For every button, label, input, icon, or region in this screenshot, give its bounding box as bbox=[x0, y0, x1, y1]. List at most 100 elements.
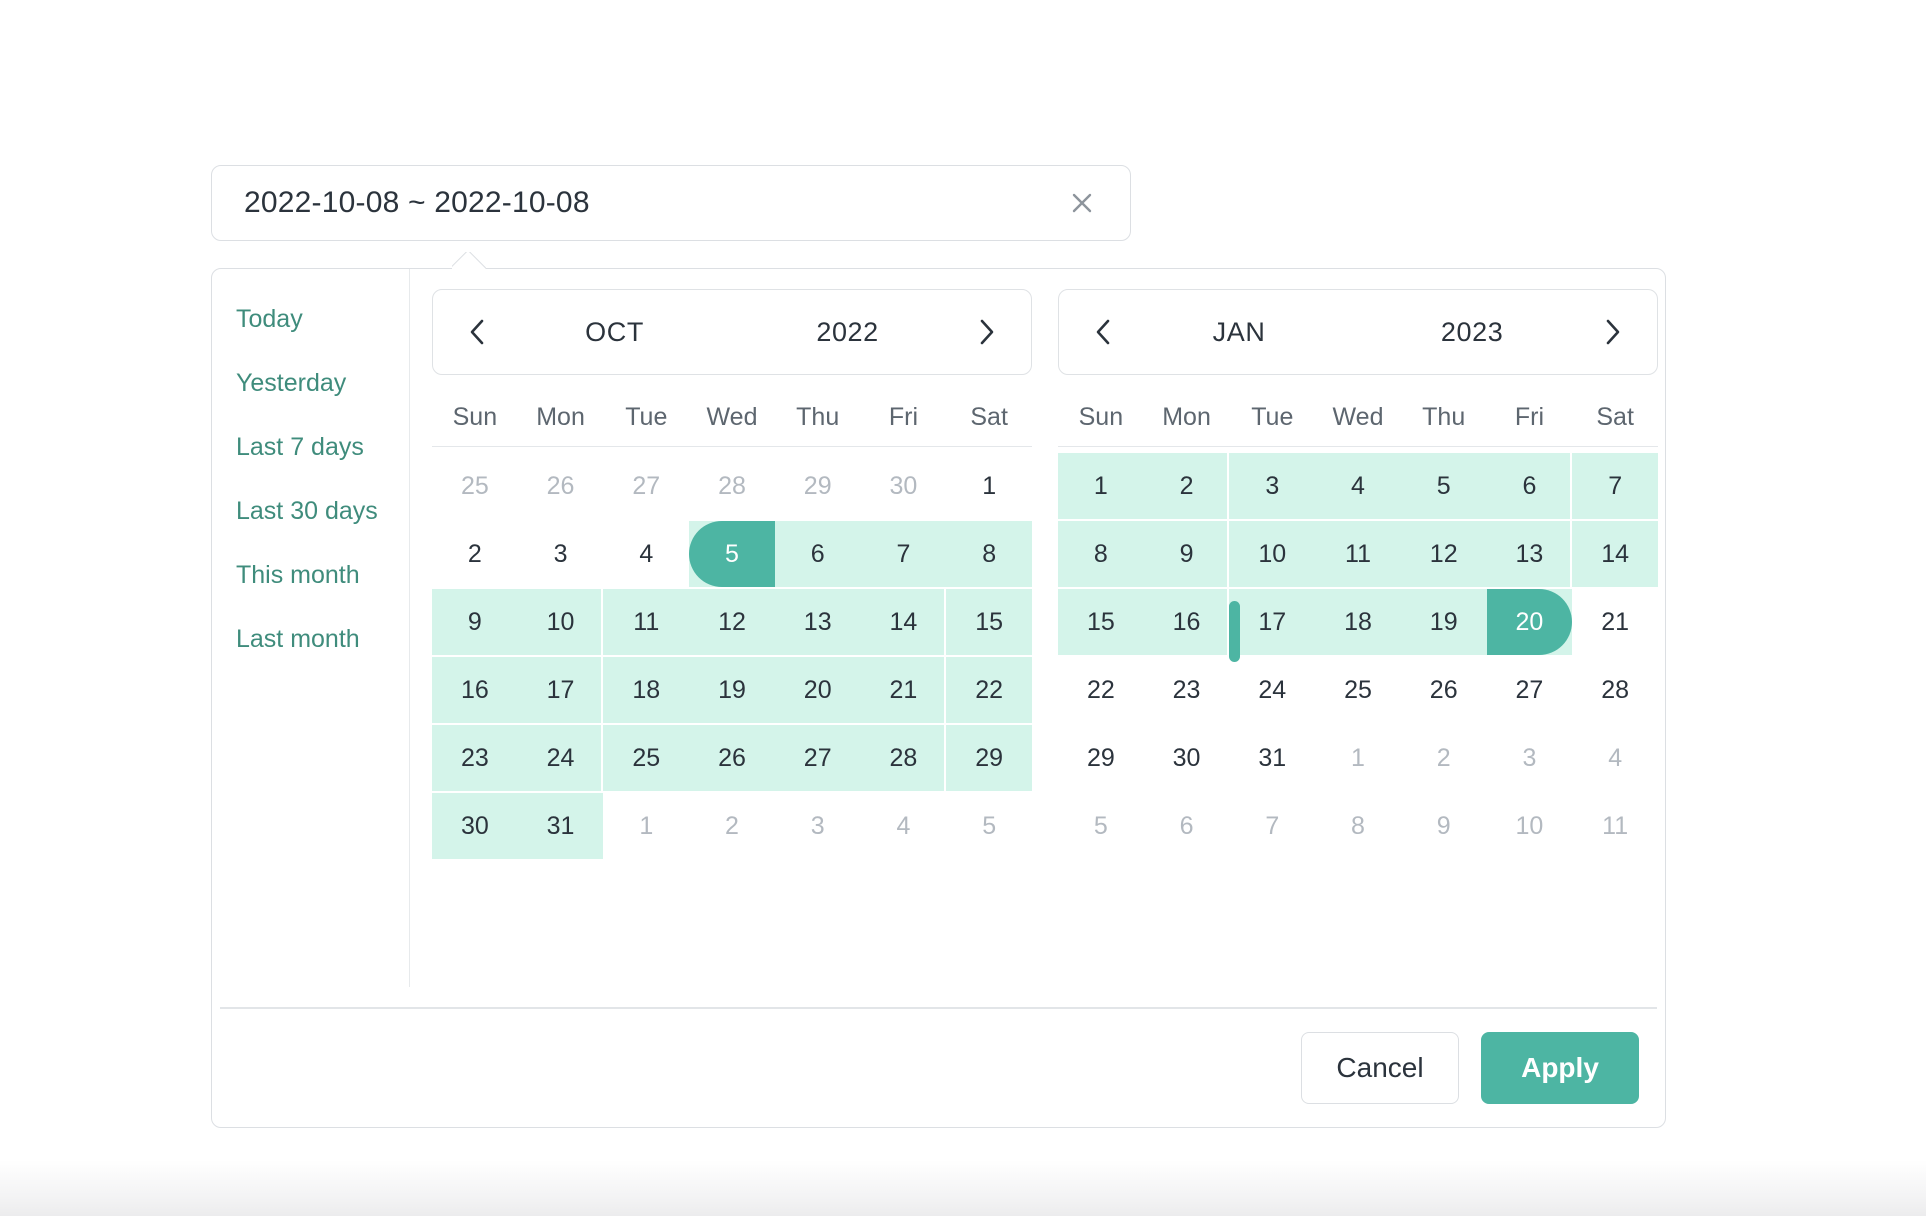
calendar-day[interactable]: 20 bbox=[1486, 589, 1573, 655]
calendar-day[interactable]: 5 bbox=[946, 793, 1032, 859]
calendar-day[interactable]: 10 bbox=[1487, 793, 1573, 859]
calendar-day[interactable]: 7 bbox=[1572, 453, 1658, 519]
preset-last-7-days[interactable]: Last 7 days bbox=[236, 435, 409, 460]
calendar-day[interactable]: 25 bbox=[1315, 657, 1401, 723]
preset-this-month[interactable]: This month bbox=[236, 563, 409, 588]
calendar-day[interactable]: 18 bbox=[1315, 589, 1401, 655]
chevron-right-icon[interactable] bbox=[965, 310, 1009, 354]
calendar-day[interactable]: 20 bbox=[774, 657, 861, 723]
calendar-day[interactable]: 2 bbox=[432, 521, 518, 587]
date-range-input-value[interactable]: 2022-10-08 ~ 2022-10-08 bbox=[244, 186, 1062, 220]
calendar-day[interactable]: 19 bbox=[689, 657, 775, 723]
calendar-day[interactable]: 21 bbox=[1572, 589, 1658, 655]
calendar-day[interactable]: 21 bbox=[860, 657, 947, 723]
chevron-left-icon[interactable] bbox=[455, 310, 499, 354]
calendar-day[interactable]: 9 bbox=[432, 589, 518, 655]
calendar-day[interactable]: 23 bbox=[432, 725, 518, 791]
calendar-day[interactable]: 8 bbox=[946, 521, 1032, 587]
calendar-day[interactable]: 13 bbox=[774, 589, 861, 655]
preset-today[interactable]: Today bbox=[236, 307, 409, 332]
calendar-day[interactable]: 30 bbox=[432, 793, 518, 859]
calendar-day[interactable]: 28 bbox=[860, 725, 947, 791]
calendar-day[interactable]: 25 bbox=[603, 725, 690, 791]
calendar-day[interactable]: 3 bbox=[1487, 725, 1573, 791]
calendar-day[interactable]: 29 bbox=[946, 725, 1032, 791]
calendar-start-month[interactable]: OCT bbox=[585, 317, 644, 348]
calendar-day[interactable]: 2 bbox=[1143, 453, 1230, 519]
calendar-day[interactable]: 8 bbox=[1315, 793, 1401, 859]
apply-button[interactable]: Apply bbox=[1481, 1032, 1639, 1104]
calendar-day[interactable]: 6 bbox=[774, 521, 861, 587]
calendar-day[interactable]: 17 bbox=[1229, 589, 1316, 655]
calendar-day[interactable]: 6 bbox=[1486, 453, 1573, 519]
calendar-day[interactable]: 28 bbox=[689, 453, 775, 519]
calendar-day[interactable]: 2 bbox=[1401, 725, 1487, 791]
calendar-day[interactable]: 7 bbox=[1229, 793, 1315, 859]
calendar-day[interactable]: 1 bbox=[1058, 453, 1144, 519]
calendar-day[interactable]: 17 bbox=[517, 657, 604, 723]
calendar-day[interactable]: 19 bbox=[1400, 589, 1487, 655]
calendar-day[interactable]: 18 bbox=[603, 657, 690, 723]
calendar-day[interactable]: 29 bbox=[1058, 725, 1144, 791]
calendar-day[interactable]: 10 bbox=[517, 589, 604, 655]
calendar-day[interactable]: 12 bbox=[1400, 521, 1487, 587]
calendar-day[interactable]: 29 bbox=[775, 453, 861, 519]
calendar-day[interactable]: 23 bbox=[1144, 657, 1230, 723]
calendar-day[interactable]: 9 bbox=[1401, 793, 1487, 859]
calendar-day[interactable]: 1 bbox=[603, 793, 689, 859]
calendar-day[interactable]: 15 bbox=[946, 589, 1032, 655]
calendar-day[interactable]: 7 bbox=[860, 521, 947, 587]
calendar-day[interactable]: 4 bbox=[861, 793, 947, 859]
calendar-day[interactable]: 16 bbox=[432, 657, 518, 723]
calendar-day[interactable]: 9 bbox=[1143, 521, 1230, 587]
calendar-day[interactable]: 16 bbox=[1143, 589, 1230, 655]
calendar-day[interactable]: 25 bbox=[432, 453, 518, 519]
calendar-day[interactable]: 4 bbox=[1572, 725, 1658, 791]
calendar-day[interactable]: 3 bbox=[1229, 453, 1316, 519]
calendar-start-year[interactable]: 2022 bbox=[816, 317, 878, 348]
calendar-day[interactable]: 15 bbox=[1058, 589, 1144, 655]
calendar-day[interactable]: 26 bbox=[689, 725, 775, 791]
calendar-day[interactable]: 2 bbox=[689, 793, 775, 859]
chevron-right-icon[interactable] bbox=[1591, 310, 1635, 354]
calendar-day[interactable]: 31 bbox=[1229, 725, 1315, 791]
calendar-day[interactable]: 27 bbox=[1487, 657, 1573, 723]
calendar-day[interactable]: 24 bbox=[517, 725, 604, 791]
calendar-day[interactable]: 27 bbox=[774, 725, 861, 791]
calendar-day[interactable]: 11 bbox=[1315, 521, 1401, 587]
calendar-day[interactable]: 22 bbox=[1058, 657, 1144, 723]
calendar-day[interactable]: 6 bbox=[1144, 793, 1230, 859]
date-range-input[interactable]: 2022-10-08 ~ 2022-10-08 bbox=[211, 165, 1131, 241]
calendar-day[interactable]: 14 bbox=[1572, 521, 1658, 587]
calendar-day[interactable]: 26 bbox=[1401, 657, 1487, 723]
preset-last-month[interactable]: Last month bbox=[236, 627, 409, 652]
calendar-day[interactable]: 12 bbox=[689, 589, 775, 655]
calendar-end-month[interactable]: JAN bbox=[1213, 317, 1266, 348]
calendar-day[interactable]: 30 bbox=[1144, 725, 1230, 791]
calendar-day[interactable]: 4 bbox=[603, 521, 689, 587]
close-icon[interactable] bbox=[1062, 183, 1102, 223]
calendar-day[interactable]: 1 bbox=[946, 453, 1032, 519]
calendar-day[interactable]: 3 bbox=[775, 793, 861, 859]
calendar-day[interactable]: 5 bbox=[1058, 793, 1144, 859]
calendar-day[interactable]: 13 bbox=[1486, 521, 1573, 587]
calendar-end-year[interactable]: 2023 bbox=[1441, 317, 1503, 348]
calendar-day[interactable]: 22 bbox=[946, 657, 1032, 723]
calendar-day[interactable]: 24 bbox=[1229, 657, 1315, 723]
calendar-day[interactable]: 8 bbox=[1058, 521, 1144, 587]
calendar-day[interactable]: 5 bbox=[1400, 453, 1487, 519]
calendar-day[interactable]: 30 bbox=[861, 453, 947, 519]
cancel-button[interactable]: Cancel bbox=[1301, 1032, 1459, 1104]
calendar-day[interactable]: 11 bbox=[1572, 793, 1658, 859]
calendar-day[interactable]: 3 bbox=[518, 521, 604, 587]
chevron-left-icon[interactable] bbox=[1081, 310, 1125, 354]
calendar-day[interactable]: 1 bbox=[1315, 725, 1401, 791]
calendar-day[interactable]: 4 bbox=[1315, 453, 1401, 519]
calendar-day[interactable]: 14 bbox=[860, 589, 947, 655]
calendar-day[interactable]: 11 bbox=[603, 589, 690, 655]
calendar-day[interactable]: 28 bbox=[1572, 657, 1658, 723]
preset-last-30-days[interactable]: Last 30 days bbox=[236, 499, 409, 524]
calendar-day[interactable]: 5 bbox=[689, 521, 775, 587]
calendar-day[interactable]: 10 bbox=[1229, 521, 1316, 587]
calendar-day[interactable]: 26 bbox=[518, 453, 604, 519]
